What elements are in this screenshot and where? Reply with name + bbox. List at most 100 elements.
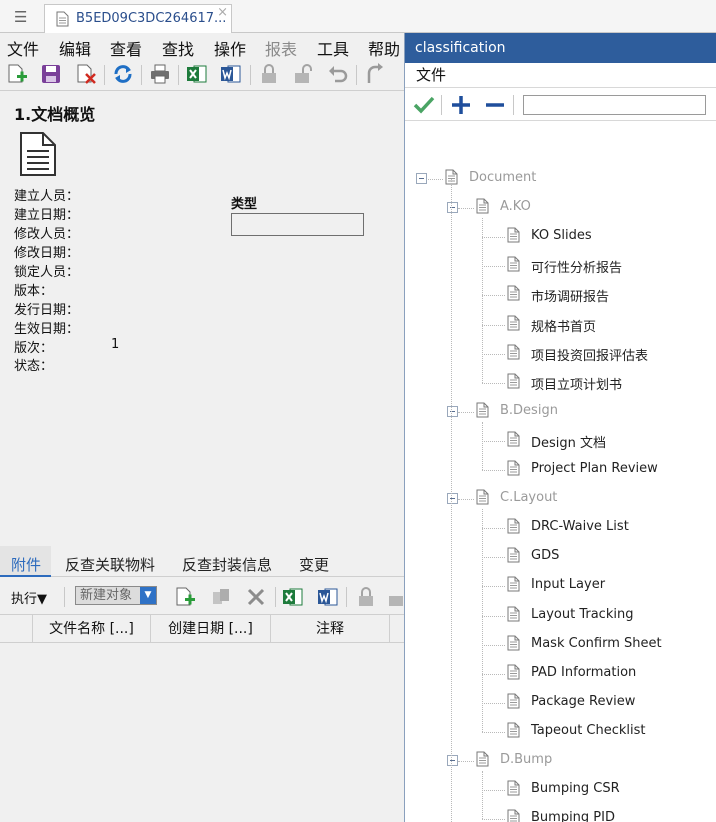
workflow-icon <box>367 63 383 83</box>
tree-node-item[interactable]: 项目投资回报评估表 <box>507 344 716 364</box>
new-object-label: 新建对象 <box>80 588 133 603</box>
tree-connector <box>482 237 505 239</box>
grid-column-created-date[interactable]: 创建日期 [...] <box>151 615 271 644</box>
word-icon[interactable] <box>220 63 242 85</box>
replace-icon <box>213 589 229 604</box>
menu-view[interactable]: 查看 <box>110 36 142 60</box>
toolbar-divider <box>250 65 251 85</box>
field-label-modifier: 修改人员： <box>14 227 80 242</box>
type-input[interactable] <box>231 213 364 236</box>
tree-node-item-label: 市场调研报告 <box>531 290 610 306</box>
toolbar-divider <box>441 95 442 115</box>
menu-file[interactable]: 文件 <box>7 36 39 60</box>
tab-strip: ☰ B5ED09C3DC264617... × <box>0 0 716 33</box>
grid-column-select[interactable] <box>0 615 33 644</box>
remove-icon[interactable] <box>485 95 505 115</box>
tree-node-root-label: Document <box>469 170 537 185</box>
tree-connector <box>482 771 483 820</box>
document-icon <box>507 315 520 335</box>
tab-reverse-package[interactable]: 反查封装信息 <box>182 554 272 575</box>
tree-node-item[interactable]: 项目立项计划书 <box>507 373 716 393</box>
tab-reverse-materials[interactable]: 反查关联物料 <box>65 554 155 575</box>
field-label-revision: 版次： <box>14 341 54 356</box>
tab-attachments[interactable]: 附件 <box>11 554 41 575</box>
collapse-toggle-icon[interactable] <box>447 493 458 505</box>
tree-connector <box>482 218 483 383</box>
collapse-toggle-icon[interactable] <box>447 405 458 417</box>
collapse-toggle-icon[interactable] <box>447 755 458 766</box>
document-icon <box>476 198 489 218</box>
tree-node-group[interactable]: B.Design <box>447 402 716 422</box>
tree-node-group[interactable]: C.Layout <box>447 489 716 509</box>
execute-dropdown[interactable]: 执行▼ <box>11 588 47 607</box>
new-object-select[interactable]: 新建对象 ▼ <box>75 586 157 605</box>
add-icon[interactable] <box>451 95 471 115</box>
collapse-toggle-icon[interactable] <box>447 202 458 214</box>
tree-node-root[interactable]: Document <box>416 169 716 189</box>
document-icon <box>507 373 520 393</box>
field-label-locker: 锁定人员： <box>14 265 80 280</box>
print-icon[interactable] <box>149 63 171 85</box>
tree-node-item[interactable]: GDS <box>507 547 716 567</box>
add-attachment-icon[interactable] <box>174 586 196 608</box>
tree-node-item[interactable]: 规格书首页 <box>507 315 716 335</box>
tree-connector <box>482 295 505 297</box>
toolbar-divider <box>275 587 276 607</box>
tree-node-item[interactable]: 市场调研报告 <box>507 285 716 305</box>
classification-title: classification <box>405 33 716 63</box>
tree-node-item[interactable]: 可行性分析报告 <box>507 256 716 276</box>
close-tab-icon[interactable]: × <box>217 5 228 20</box>
tree-node-item[interactable]: DRC-Waive List <box>507 518 716 538</box>
excel-icon[interactable] <box>186 63 208 85</box>
menu-find[interactable]: 查找 <box>162 36 194 60</box>
confirm-check-icon[interactable] <box>413 95 435 115</box>
tree-node-item[interactable]: KO Slides <box>507 227 716 247</box>
refresh-icon[interactable] <box>112 63 134 85</box>
document-overview: 1.文档概览 建立人员： 建立日期： 修改人员： 修改日期： 锁定人员： 版本：… <box>0 92 404 542</box>
document-icon <box>507 780 520 800</box>
tree-node-item-label: Bumping CSR <box>531 781 620 797</box>
excel-icon[interactable] <box>282 586 304 608</box>
tree-node-group[interactable]: A.KO <box>447 198 716 218</box>
classification-search-input[interactable] <box>523 95 706 115</box>
tab-changes[interactable]: 变更 <box>299 554 329 575</box>
tree-node-item[interactable]: Tapeout Checklist <box>507 722 716 742</box>
tree-connector <box>428 179 443 180</box>
document-tab[interactable]: B5ED09C3DC264617... × <box>44 4 232 33</box>
tree-node-item[interactable]: Project Plan Review <box>507 460 716 480</box>
menu-operate[interactable]: 操作 <box>214 36 246 60</box>
tree-node-group[interactable]: D.Bump <box>447 751 716 771</box>
dropdown-arrow-icon[interactable]: ▼ <box>140 587 156 604</box>
new-document-icon[interactable] <box>6 63 28 85</box>
tree-node-item[interactable]: Layout Tracking <box>507 606 716 626</box>
tree-node-item[interactable]: Input Layer <box>507 576 716 596</box>
tree-node-item-label: Project Plan Review <box>531 461 658 476</box>
tree-node-item[interactable]: PAD Information <box>507 664 716 684</box>
menu-help[interactable]: 帮助 <box>368 36 400 60</box>
grid-column-notes[interactable]: 注释 <box>271 615 390 644</box>
tree-node-item[interactable]: Bumping CSR <box>507 780 716 800</box>
hamburger-menu-icon[interactable]: ☰ <box>14 8 27 26</box>
document-icon <box>507 664 520 684</box>
classification-toolbar <box>405 89 716 121</box>
tree-node-item[interactable]: Design 文档 <box>507 431 716 451</box>
toolbar-divider <box>64 587 65 607</box>
word-icon[interactable] <box>317 586 339 608</box>
tree-node-item[interactable]: Mask Confirm Sheet <box>507 635 716 655</box>
type-label: 类型 <box>231 197 258 212</box>
tree-node-item[interactable]: Package Review <box>507 693 716 713</box>
menu-tools[interactable]: 工具 <box>317 36 349 60</box>
delete-document-icon[interactable] <box>75 63 97 85</box>
field-label-version: 版本： <box>14 284 54 299</box>
lock-icon <box>359 587 373 606</box>
classification-menu-file[interactable]: 文件 <box>405 63 716 88</box>
grid-column-filename[interactable]: 文件名称 [...] <box>33 615 151 644</box>
save-icon[interactable] <box>40 63 62 85</box>
tree-node-item-label: KO Slides <box>531 228 592 244</box>
tree-connector <box>482 421 483 470</box>
collapse-toggle-icon[interactable] <box>416 173 427 184</box>
overview-title: 1.文档概览 <box>14 105 96 124</box>
menu-edit[interactable]: 编辑 <box>59 36 91 60</box>
tree-node-item[interactable]: Bumping PID <box>507 809 716 822</box>
document-icon <box>507 227 520 247</box>
